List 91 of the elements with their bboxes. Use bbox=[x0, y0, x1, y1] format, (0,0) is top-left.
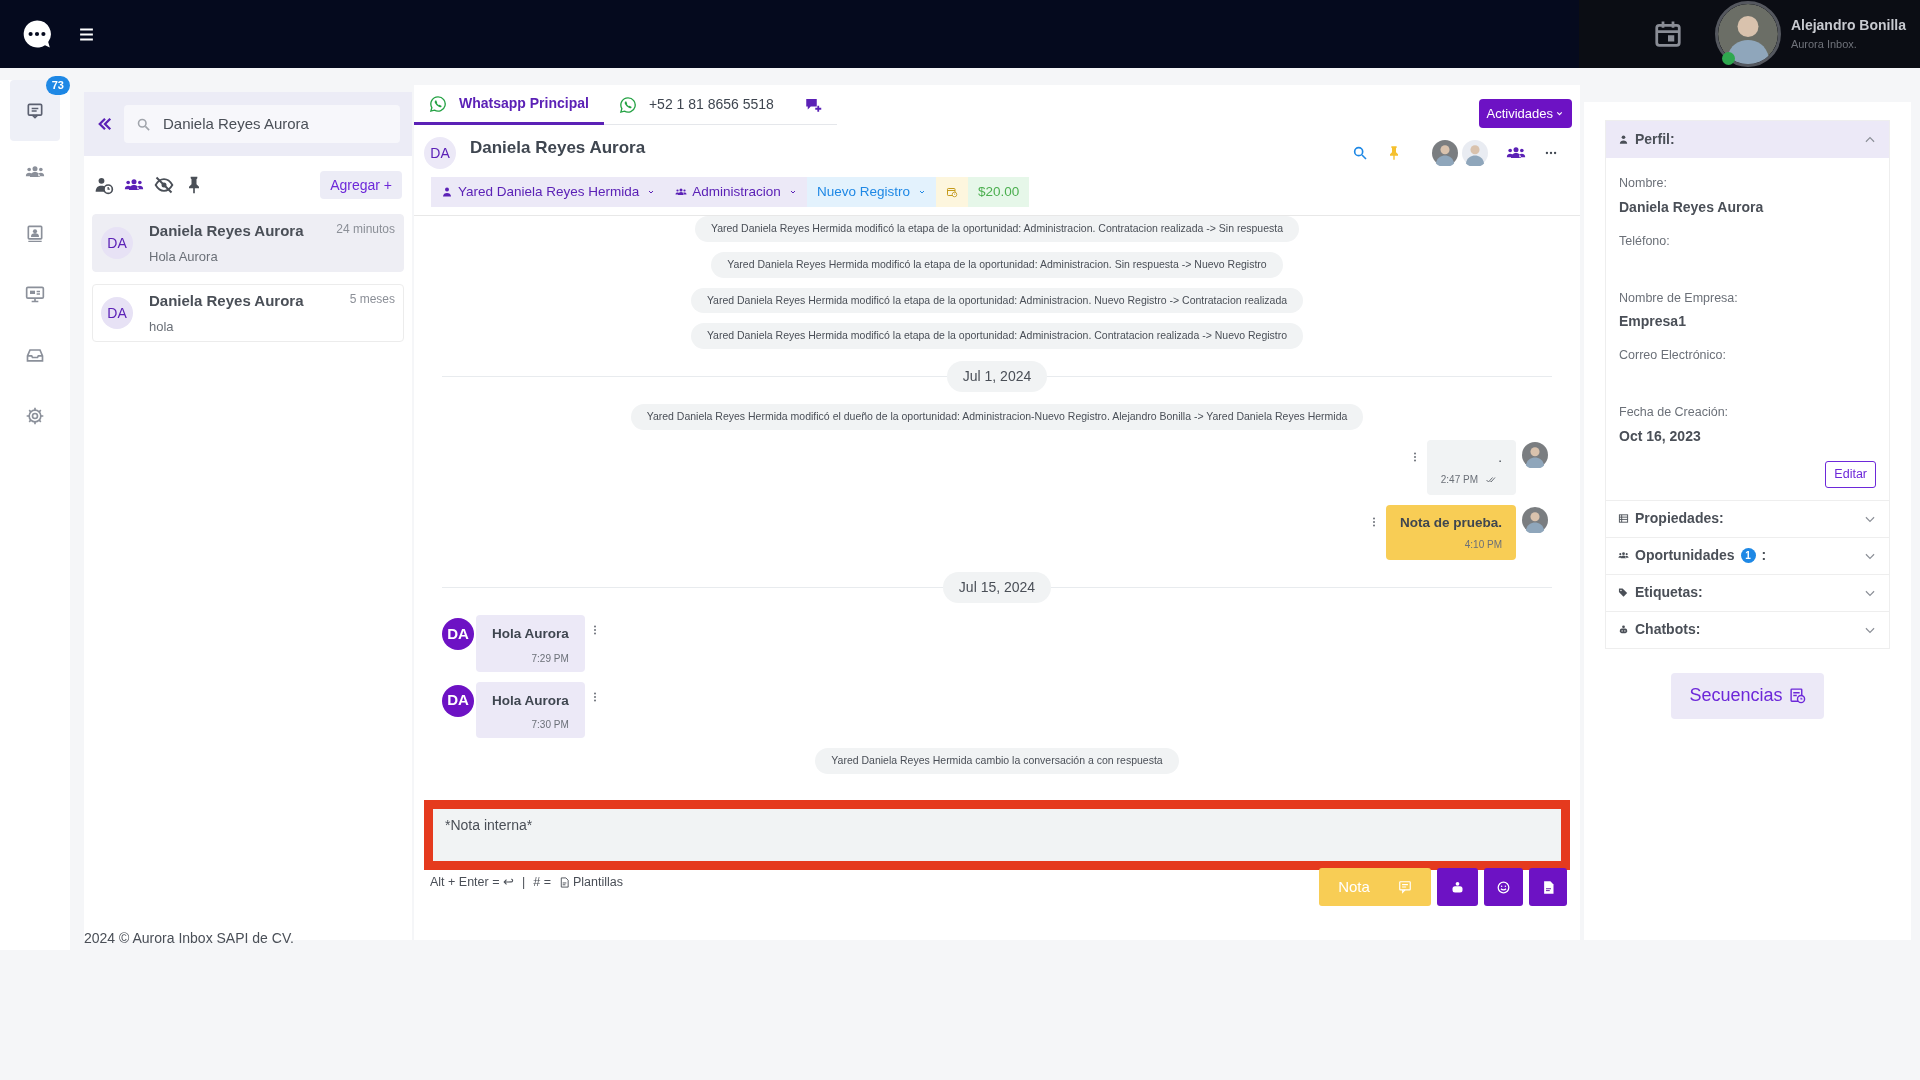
contact-avatar: DA bbox=[442, 684, 474, 717]
contact-name: Daniela Reyes Aurora bbox=[149, 291, 304, 311]
message-text: Nota de prueba. bbox=[1400, 514, 1502, 532]
group-icon bbox=[675, 186, 688, 198]
channel-tab[interactable]: +52 1 81 8656 5518 bbox=[603, 85, 789, 125]
emoji-icon bbox=[1496, 879, 1511, 895]
collapse-icon[interactable] bbox=[96, 115, 114, 133]
comment-icon bbox=[1397, 880, 1412, 894]
search-field[interactable]: Daniela Reyes Aurora bbox=[124, 105, 400, 143]
contact-avatar: DA bbox=[442, 618, 474, 651]
filter-button[interactable] bbox=[94, 175, 114, 195]
field-label: Fecha de Creación: bbox=[1619, 404, 1730, 421]
templates-label: Plantillas bbox=[572, 874, 623, 891]
count-badge: 1 bbox=[1740, 548, 1756, 564]
chatbot-button[interactable] bbox=[1437, 868, 1478, 906]
caret-icon bbox=[647, 188, 656, 196]
tag-icon bbox=[1618, 587, 1629, 599]
shortcut-hint: Alt + Enter = ↩ bbox=[430, 874, 514, 891]
field-label: Teléfono: bbox=[1619, 232, 1671, 250]
conversation-item[interactable]: DA Daniela Reyes Aurora 5 meses hola bbox=[92, 284, 404, 342]
attach-file-button[interactable] bbox=[1529, 868, 1567, 906]
caret-icon bbox=[1555, 109, 1564, 118]
contact-avatar: DA bbox=[101, 227, 133, 259]
eye-off-icon bbox=[154, 175, 174, 195]
field-value: Daniela Reyes Aurora bbox=[1619, 197, 1765, 217]
activity-event: Yared Daniela Reyes Hermida modificó la etapa de la oportunidad: Administracion. Contratacion realizada -> Sin respuesta bbox=[694, 216, 1300, 242]
calendar-icon[interactable] bbox=[1652, 19, 1683, 49]
note-input[interactable]: *Nota interna* bbox=[433, 809, 1561, 861]
contact-avatar: DA bbox=[101, 297, 133, 329]
section-header[interactable]: Perfil: bbox=[1606, 121, 1889, 158]
search-icon bbox=[136, 116, 151, 132]
unread-badge: 73 bbox=[45, 76, 70, 95]
filter-button[interactable] bbox=[154, 175, 174, 195]
template-hint: # = bbox=[533, 874, 551, 891]
time-label: 24 minutos bbox=[336, 221, 395, 238]
field-label: Nombre: bbox=[1619, 175, 1668, 192]
user-name: Alejandro Bonilla bbox=[1790, 16, 1906, 36]
tag-chip[interactable]: Administracion bbox=[665, 177, 807, 207]
avatar-icon bbox=[1714, 1, 1781, 67]
avatar-icon bbox=[1522, 507, 1548, 533]
list-icon bbox=[1618, 513, 1629, 525]
contact-name: Daniela Reyes Aurora bbox=[470, 137, 646, 160]
tag-chip[interactable]: Yared Daniela Reyes Hermida bbox=[431, 177, 666, 207]
settings-icon bbox=[25, 405, 45, 426]
message-preview: Hola Aurora bbox=[149, 247, 219, 266]
field-label: Correo Electrónico: bbox=[1619, 347, 1727, 365]
contact-avatar: DA bbox=[424, 137, 456, 169]
logo-icon[interactable] bbox=[21, 18, 53, 50]
channel-tab[interactable]: Whatsapp Principal bbox=[414, 85, 604, 125]
activity-event: Yared Daniela Reyes Hermida modificó la etapa de la oportunidad: Administracion. Nuevo Registro -> Contratacion realizada bbox=[690, 287, 1304, 314]
avatar-icon bbox=[1432, 140, 1458, 166]
hint-separator: | bbox=[521, 874, 526, 891]
user-clock-icon bbox=[94, 175, 114, 195]
footer-text: 2024 © Aurora Inbox SAPI de CV. bbox=[84, 930, 294, 946]
activity-event: Yared Daniela Reyes Hermida modificó la etapa de la oportunidad: Administracion. Contratacion realizada -> Nuevo Registro bbox=[690, 323, 1304, 349]
activities-button[interactable]: Actividades bbox=[1478, 99, 1572, 128]
user-icon bbox=[441, 186, 453, 198]
time-label: 5 meses bbox=[349, 291, 395, 308]
contact-name: Daniela Reyes Aurora bbox=[149, 221, 304, 241]
list-clock-icon bbox=[1788, 687, 1806, 705]
activity-event: Yared Daniela Reyes Hermida cambio la conversación a con respuesta bbox=[815, 747, 1179, 774]
avatar-icon bbox=[1462, 140, 1488, 166]
message-text: Hola Aurora bbox=[492, 625, 569, 644]
message-preview: hola bbox=[149, 317, 175, 336]
message-time: 4:10 PM bbox=[1464, 538, 1502, 553]
calendar-clock-icon bbox=[945, 186, 958, 198]
emoji-button[interactable] bbox=[1484, 868, 1523, 906]
document-icon bbox=[558, 876, 570, 888]
sequences-button[interactable]: Secuencias bbox=[1671, 672, 1824, 719]
message-time: 7:29 PM bbox=[531, 651, 569, 666]
message-text: Hola Aurora bbox=[492, 691, 569, 710]
conversation-item[interactable]: DA Daniela Reyes Aurora 24 minutos Hola Aurora bbox=[92, 214, 404, 272]
activity-event: Yared Daniela Reyes Hermida modificó el dueño de la oportunidad: Administracion-Nuevo Registro. Alejandro Bonilla -> Yared Daniela Reyes Hermida bbox=[630, 404, 1364, 430]
search-icon[interactable] bbox=[1352, 145, 1368, 161]
activity-event: Yared Daniela Reyes Hermida modificó la etapa de la oportunidad: Administracion. Sin respuesta -> Nuevo Registro bbox=[711, 251, 1283, 278]
user-icon bbox=[1618, 134, 1629, 145]
whatsapp-icon bbox=[429, 94, 447, 113]
field-value: Oct 16, 2023 bbox=[1619, 426, 1702, 446]
message-text: . bbox=[1498, 448, 1502, 467]
user-subtitle: Aurora Inbox. bbox=[1790, 37, 1858, 53]
message-time: 7:30 PM bbox=[531, 717, 569, 732]
whatsapp-icon bbox=[618, 95, 637, 114]
caret-icon bbox=[788, 188, 797, 196]
edit-button[interactable]: Editar bbox=[1825, 460, 1876, 488]
avatar-icon bbox=[1522, 441, 1548, 468]
message-time: 2:47 PM bbox=[1440, 473, 1478, 487]
add-button[interactable]: Agregar + bbox=[320, 171, 402, 199]
caret-icon bbox=[917, 188, 926, 196]
menu-icon[interactable] bbox=[78, 25, 95, 43]
field-label: Nombre de Empresa: bbox=[1619, 289, 1739, 307]
field-value: Empresa1 bbox=[1619, 312, 1687, 332]
